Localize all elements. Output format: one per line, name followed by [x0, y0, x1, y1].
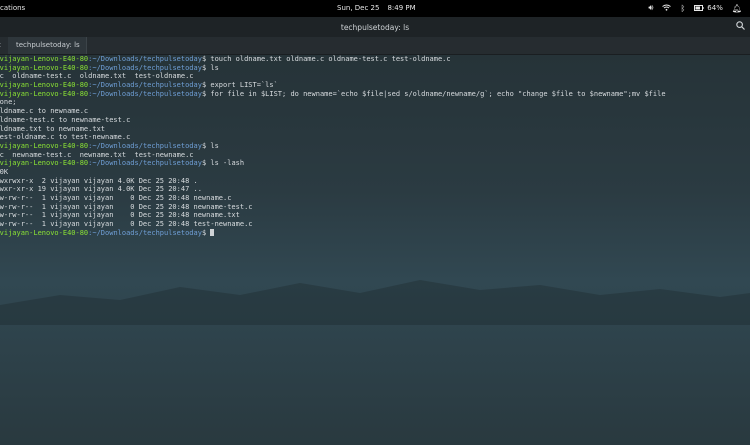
terminal-line: an@vijayan-Lenovo-E40-80:~/Downloads/tec… [0, 228, 666, 238]
tab-bar: t techpulsetoday: ls [0, 37, 750, 55]
bluetooth-icon[interactable]: ᛒ [680, 4, 685, 13]
background-hills [0, 280, 750, 325]
terminal-line: -rw-rw-r-- 1 vijayan vijayan 0 Dec 25 20… [0, 202, 253, 211]
window-titlebar[interactable]: techpulsetoday: ls [0, 17, 750, 37]
prompt-path: :~/Downloads/techpulsetoday [88, 63, 202, 72]
terminal-line: e test-oldname.c to test-newname.c [0, 133, 131, 142]
command-text: $ for file in $LIST; do newname=`echo $f… [201, 89, 666, 98]
terminal-output: an@vijayan-Lenovo-E40-80:~/Downloads/tec… [0, 55, 666, 237]
terminal-line: e oldname.txt to newname.txt [0, 124, 106, 133]
prompt-user: an@vijayan-Lenovo-E40-80 [0, 159, 89, 168]
prompt-path: :~/Downloads/techpulsetoday [88, 89, 202, 98]
prompt-path: :~/Downloads/techpulsetoday [88, 228, 202, 237]
prompt-user: an@vijayan-Lenovo-E40-80 [0, 228, 89, 237]
terminal-line: me.c oldname-test.c oldname.txt test-old… [0, 72, 194, 81]
terminal-area[interactable]: an@vijayan-Lenovo-E40-80:~/Downloads/tec… [0, 55, 750, 445]
command-text: $ export LIST=`ls` [201, 81, 278, 90]
battery-icon[interactable] [694, 4, 704, 13]
wifi-icon[interactable] [662, 4, 672, 13]
prompt-user: an@vijayan-Lenovo-E40-80 [0, 89, 89, 98]
bell-icon[interactable]: 🔔︎ [732, 4, 742, 13]
terminal-line: an@vijayan-Lenovo-E40-80:~/Downloads/tec… [0, 55, 666, 64]
command-text: $ touch oldname.txt oldname.c oldname-te… [201, 55, 451, 63]
volume-icon[interactable]: 🔊︎ [648, 3, 653, 13]
prompt-path: :~/Downloads/techpulsetoday [88, 55, 202, 63]
terminal-line: an@vijayan-Lenovo-E40-80:~/Downloads/tec… [0, 64, 666, 73]
command-text: $ ls -lash [201, 159, 245, 168]
clock[interactable]: Sun, Dec 25 8:49 PM [337, 4, 416, 12]
terminal-line: 8.0K [0, 167, 9, 176]
window-title: techpulsetoday: ls [340, 23, 410, 32]
system-tray[interactable]: 🔊︎ ᛒ 64% 🔔︎ [639, 3, 742, 13]
terminal-line: me.c newname-test.c newname.txt test-new… [0, 150, 194, 159]
prompt-user: an@vijayan-Lenovo-E40-80 [0, 55, 89, 63]
time-text: 8:49 PM [387, 4, 416, 12]
date-text: Sun, Dec 25 [337, 4, 380, 12]
cursor [210, 228, 215, 236]
tab-current[interactable]: techpulsetoday: ls [8, 37, 87, 54]
prompt-user: an@vijayan-Lenovo-E40-80 [0, 63, 89, 72]
terminal-line: drwxr-xr-x 19 vijayan vijayan 4.0K Dec 2… [0, 185, 202, 194]
prompt-path: :~/Downloads/techpulsetoday [88, 141, 202, 150]
prompt-user: an@vijayan-Lenovo-E40-80 [0, 81, 89, 90]
top-bar: cations Sun, Dec 25 8:49 PM 🔊︎ ᛒ 64% 🔔︎ [0, 0, 750, 17]
terminal-line: -rw-rw-r-- 1 vijayan vijayan 0 Dec 25 20… [0, 194, 232, 202]
command-text: $ ls [201, 141, 219, 150]
activities-button[interactable]: cations [0, 4, 25, 12]
terminal-line: -rw-rw-r-- 1 vijayan vijayan 0 Dec 25 20… [0, 211, 240, 220]
terminal-line: drwxrwxr-x 2 vijayan vijayan 4.0K Dec 25… [0, 176, 198, 185]
command-text: $ ls [201, 63, 219, 72]
terminal-line: an@vijayan-Lenovo-E40-80:~/Downloads/tec… [0, 90, 666, 99]
terminal-line: an@vijayan-Lenovo-E40-80:~/Downloads/tec… [0, 159, 666, 168]
search-icon[interactable] [736, 21, 745, 33]
terminal-line: -rw-rw-r-- 1 vijayan vijayan 0 Dec 25 20… [0, 220, 253, 229]
terminal-line: ; done; [0, 98, 17, 107]
prompt-user: an@vijayan-Lenovo-E40-80 [0, 141, 89, 150]
terminal-line: e oldname.c to newname.c [0, 107, 89, 116]
command-text: $ [201, 228, 211, 237]
terminal-line: an@vijayan-Lenovo-E40-80:~/Downloads/tec… [0, 81, 666, 90]
battery-percent: 64% [707, 4, 723, 12]
prompt-path: :~/Downloads/techpulsetoday [88, 81, 202, 90]
terminal-line: e oldname-test.c to newname-test.c [0, 115, 131, 124]
prompt-path: :~/Downloads/techpulsetoday [88, 159, 202, 168]
terminal-line: an@vijayan-Lenovo-E40-80:~/Downloads/tec… [0, 142, 666, 151]
